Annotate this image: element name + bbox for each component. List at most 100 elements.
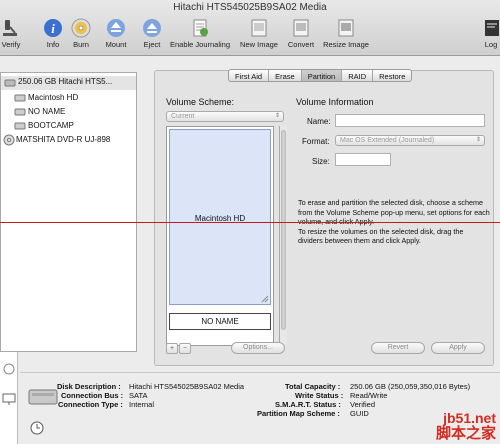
info-icon: i <box>44 19 62 37</box>
sidebar-item-macintosh-hd[interactable]: Macintosh HD <box>1 92 136 105</box>
partition-macintosh-hd[interactable]: Macintosh HD <box>169 129 271 305</box>
volume-icon <box>14 108 26 116</box>
apply-button[interactable]: Apply <box>431 342 485 354</box>
tab-restore[interactable]: Restore <box>373 70 411 81</box>
sidebar-item-no-name[interactable]: NO NAME <box>1 106 136 119</box>
hard-disk-icon <box>4 79 16 87</box>
clock-icon[interactable] <box>30 421 44 435</box>
smart-status-value: Verified <box>350 400 376 409</box>
remove-partition-button[interactable]: − <box>179 343 191 354</box>
burn-icon <box>71 18 91 38</box>
disk-info-bar: Disk Description : Hitachi HTS545025B9SA… <box>20 372 500 444</box>
tab-bar: First Aid Erase Partition RAID Restore <box>228 69 413 82</box>
connection-type-value: Internal <box>129 400 155 409</box>
svg-text:i: i <box>51 21 55 36</box>
journaling-icon <box>193 19 208 37</box>
toolbar-new-image-button[interactable]: New Image <box>238 18 280 49</box>
connection-bus-value: SATA <box>129 391 148 400</box>
resize-image-icon <box>338 19 354 37</box>
red-guide-line <box>0 222 500 223</box>
toolbar-label: Mount <box>105 40 127 49</box>
toolbar-label: Verify <box>1 40 21 49</box>
tab-raid[interactable]: RAID <box>342 70 374 81</box>
watermark: jb51.net 脚本之家 <box>436 411 496 442</box>
connection-type-label: Connection Type : <box>58 400 123 409</box>
toolbar-label: Log <box>484 40 498 49</box>
tab-erase[interactable]: Erase <box>269 70 302 81</box>
size-field[interactable] <box>335 153 391 166</box>
format-popup[interactable]: Mac OS Extended (Journaled) ⇕ <box>335 135 485 146</box>
watermark-domain: jb51.net <box>443 410 496 426</box>
partition-map-scheme-value: GUID Partition Table <box>350 409 370 418</box>
toolbar-label: New Image <box>240 40 278 49</box>
popup-arrows-icon: ⇕ <box>274 113 280 119</box>
disk-utility-window: Hitachi HTS545025B9SA02 Media Verify i I… <box>0 0 500 444</box>
format-value: Mac OS Extended (Journaled) <box>340 137 435 144</box>
volume-map[interactable]: Macintosh HD NO NAME <box>166 126 274 346</box>
hard-disk-icon <box>28 389 58 405</box>
disk-description-value: Hitachi HTS545025B9SA02 Media <box>129 382 245 391</box>
sidebar-item-bootcamp[interactable]: BOOTCAMP <box>1 120 136 133</box>
total-capacity-label: Total Capacity : <box>285 382 341 391</box>
toolbar-info-button[interactable]: i Info <box>38 18 68 49</box>
toolbar-label: Enable Journaling <box>169 40 231 49</box>
disk-list-sidebar: 250.06 GB Hitachi HTS5... Macintosh HD N… <box>0 72 137 352</box>
watermark-sitename: 脚本之家 <box>435 424 496 442</box>
volume-scheme-popup[interactable]: Current ⇕ <box>166 111 284 122</box>
volume-scheme-value: Current <box>171 113 195 120</box>
disk-description-label: Disk Description : <box>57 382 121 391</box>
add-partition-button[interactable]: + <box>166 343 178 354</box>
toolbar-resize-image-button[interactable]: Resize Image <box>320 18 372 49</box>
partition-map-scheme-label: Partition Map Scheme : <box>257 409 340 418</box>
sidebar-item-label: 250.06 GB Hitachi HTS5... <box>18 77 113 86</box>
sidebar-item-label: MATSHITA DVD-R UJ-898 <box>16 135 111 144</box>
toolbar-convert-button[interactable]: Convert <box>284 18 318 49</box>
volume-information-label: Volume Information <box>296 97 374 107</box>
volume-icon <box>14 94 26 102</box>
write-status-label: Write Status : <box>295 391 344 400</box>
toolbar-mount-button[interactable]: Mount <box>101 18 131 49</box>
name-field[interactable] <box>335 114 485 127</box>
smart-status-label: S.M.A.R.T. Status : <box>275 400 341 409</box>
sidebar-item-hitachi-disk[interactable]: 250.06 GB Hitachi HTS5... <box>1 76 136 90</box>
resize-handle-icon[interactable] <box>261 295 269 303</box>
toolbar-log-button[interactable]: Log <box>482 18 500 49</box>
toolbar-label: Eject <box>143 40 161 49</box>
sidebar-item-matshita-dvd[interactable]: MATSHITA DVD-R UJ-898 <box>1 134 136 147</box>
partition-label: NO NAME <box>201 317 239 326</box>
toolbar-label: Convert <box>287 40 315 49</box>
total-capacity-value: 250.06 GB (250,059,350,016 Bytes) <box>350 382 471 391</box>
disk-icon <box>3 363 15 375</box>
microscope-icon <box>3 20 17 36</box>
eject-icon <box>143 19 161 37</box>
format-label: Format: <box>302 137 330 146</box>
log-icon <box>485 20 499 36</box>
toolbar: Hitachi HTS545025B9SA02 Media Verify i I… <box>0 0 500 56</box>
toolbar-enable-journaling-button[interactable]: Enable Journaling <box>168 18 232 49</box>
screenshot-icon[interactable] <box>2 392 16 406</box>
volume-icon <box>14 122 26 130</box>
partition-no-name[interactable]: NO NAME <box>169 313 271 330</box>
toolbar-label: Resize Image <box>323 40 369 49</box>
toolbar-burn-button[interactable]: Burn <box>66 18 96 49</box>
toolbar-eject-button[interactable]: Eject <box>137 18 167 49</box>
connection-bus-label: Connection Bus : <box>61 391 124 400</box>
convert-icon <box>293 19 309 37</box>
write-status-value: Read/Write <box>350 391 388 400</box>
new-image-icon <box>251 19 267 37</box>
toolbar-verify-button[interactable]: Verify <box>0 18 22 49</box>
popup-arrows-icon: ⇕ <box>475 137 481 143</box>
tab-first-aid[interactable]: First Aid <box>229 70 270 81</box>
window-title: Hitachi HTS545025B9SA02 Media <box>173 2 327 13</box>
revert-button[interactable]: Revert <box>371 342 425 354</box>
sidebar-item-label: Macintosh HD <box>28 93 79 102</box>
scroll-thumb[interactable] <box>281 130 286 330</box>
volume-scheme-label: Volume Scheme: <box>166 97 235 107</box>
volume-map-scrollbar[interactable] <box>279 126 287 346</box>
tab-partition[interactable]: Partition <box>301 70 343 81</box>
size-label: Size: <box>312 157 330 166</box>
options-button[interactable]: Options... <box>231 342 285 354</box>
sidebar-item-label: BOOTCAMP <box>28 121 74 130</box>
optical-drive-icon <box>3 134 15 146</box>
toolbar-label: Burn <box>73 40 89 49</box>
